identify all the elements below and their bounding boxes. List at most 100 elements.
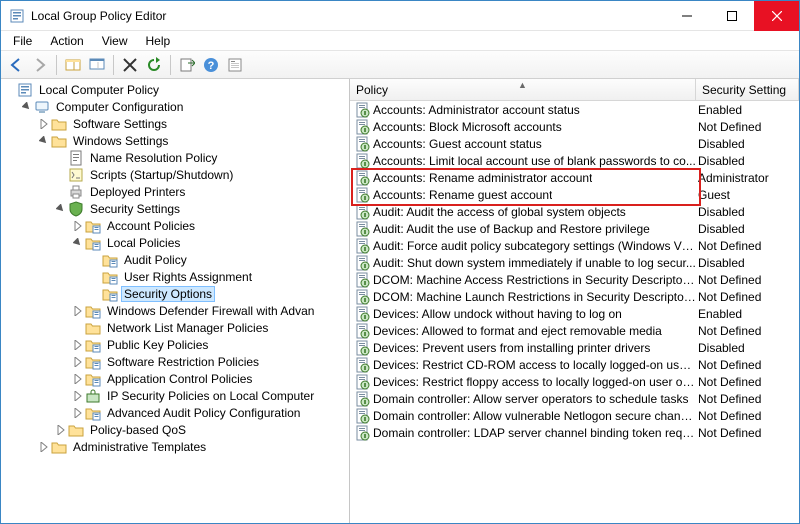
back-button[interactable]: [5, 54, 27, 76]
expand-icon[interactable]: [37, 117, 51, 131]
policy-row[interactable]: Devices: Allow undock without having to …: [350, 305, 799, 322]
tree-item[interactable]: Audit Policy: [1, 251, 349, 268]
policy-name: Accounts: Block Microsoft accounts: [373, 120, 562, 134]
tree-item[interactable]: Network List Manager Policies: [1, 319, 349, 336]
export-list-button[interactable]: [176, 54, 198, 76]
properties-button[interactable]: [224, 54, 246, 76]
tree-pane[interactable]: Local Computer PolicyComputer Configurat…: [1, 79, 350, 523]
expand-icon[interactable]: [54, 423, 68, 437]
expand-icon[interactable]: [71, 389, 85, 403]
menu-file[interactable]: File: [5, 33, 40, 49]
policy-name: Audit: Audit the access of global system…: [373, 205, 626, 219]
titlebar[interactable]: Local Group Policy Editor: [1, 1, 799, 31]
tree-item[interactable]: Software Restriction Policies: [1, 353, 349, 370]
policy-row[interactable]: Accounts: Rename administrator accountAd…: [350, 169, 799, 186]
menu-action[interactable]: Action: [42, 33, 91, 49]
maximize-button[interactable]: [709, 1, 754, 31]
policy-row[interactable]: Domain controller: Allow server operator…: [350, 390, 799, 407]
show-hide-console-button[interactable]: [86, 54, 108, 76]
policy-setting: Not Defined: [696, 375, 799, 389]
expand-icon[interactable]: [37, 440, 51, 454]
tree-item[interactable]: Windows Settings: [1, 132, 349, 149]
app-window: Local Group Policy Editor File Action Vi…: [0, 0, 800, 524]
tree-item[interactable]: Application Control Policies: [1, 370, 349, 387]
refresh-button[interactable]: [143, 54, 165, 76]
collapse-icon[interactable]: [54, 202, 68, 216]
collapse-icon[interactable]: [20, 100, 34, 114]
expand-icon[interactable]: [71, 372, 85, 386]
policy-row[interactable]: Devices: Restrict floppy access to local…: [350, 373, 799, 390]
policy-name: Accounts: Rename guest account: [373, 188, 552, 202]
help-button[interactable]: [200, 54, 222, 76]
expander-placeholder: [3, 83, 17, 97]
tree-item-label: Software Settings: [71, 117, 169, 131]
expand-icon[interactable]: [71, 406, 85, 420]
collapse-icon[interactable]: [37, 134, 51, 148]
tree-item-label: Application Control Policies: [105, 372, 254, 386]
policy-row[interactable]: Devices: Restrict CD-ROM access to local…: [350, 356, 799, 373]
policy-row[interactable]: Devices: Allowed to format and eject rem…: [350, 322, 799, 339]
policy-setting: Not Defined: [696, 120, 799, 134]
policy-icon: [354, 170, 370, 186]
tree-item[interactable]: Name Resolution Policy: [1, 149, 349, 166]
tree-item[interactable]: Administrative Templates: [1, 438, 349, 455]
collapse-icon[interactable]: [71, 236, 85, 250]
tree-item[interactable]: Local Policies: [1, 234, 349, 251]
tree-item[interactable]: IP Security Policies on Local Computer: [1, 387, 349, 404]
expand-icon[interactable]: [71, 355, 85, 369]
expand-icon[interactable]: [71, 219, 85, 233]
policy-row[interactable]: Audit: Shut down system immediately if u…: [350, 254, 799, 271]
policy-setting: Administrator: [696, 171, 799, 185]
forward-button[interactable]: [29, 54, 51, 76]
tree-item[interactable]: User Rights Assignment: [1, 268, 349, 285]
tree-item[interactable]: Account Policies: [1, 217, 349, 234]
tree-item-label: User Rights Assignment: [122, 270, 254, 284]
tree-item[interactable]: Software Settings: [1, 115, 349, 132]
tree-item-label: IP Security Policies on Local Computer: [105, 389, 316, 403]
menu-view[interactable]: View: [94, 33, 136, 49]
policy-row[interactable]: Accounts: Administrator account statusEn…: [350, 101, 799, 118]
tree-item[interactable]: Computer Configuration: [1, 98, 349, 115]
tree-item[interactable]: Windows Defender Firewall with Advan: [1, 302, 349, 319]
policy-list[interactable]: Accounts: Administrator account statusEn…: [350, 101, 799, 523]
show-hide-tree-button[interactable]: [62, 54, 84, 76]
policy-setting: Not Defined: [696, 273, 799, 287]
policy-row[interactable]: Audit: Audit the use of Backup and Resto…: [350, 220, 799, 237]
policy-icon: [354, 119, 370, 135]
expander-placeholder: [88, 287, 102, 301]
tree-item[interactable]: Security Settings: [1, 200, 349, 217]
machine-icon: [34, 99, 50, 115]
policy-row[interactable]: Accounts: Guest account statusDisabled: [350, 135, 799, 152]
policy-row[interactable]: Domain controller: LDAP server channel b…: [350, 424, 799, 441]
policy-row[interactable]: Audit: Audit the access of global system…: [350, 203, 799, 220]
policy-row[interactable]: Accounts: Rename guest accountGuest: [350, 186, 799, 203]
policy-row[interactable]: Accounts: Limit local account use of bla…: [350, 152, 799, 169]
policy-row[interactable]: Devices: Prevent users from installing p…: [350, 339, 799, 356]
policy-row[interactable]: DCOM: Machine Access Restrictions in Sec…: [350, 271, 799, 288]
policy-row[interactable]: Domain controller: Allow vulnerable Netl…: [350, 407, 799, 424]
policy-row[interactable]: Audit: Force audit policy subcategory se…: [350, 237, 799, 254]
policy-name: DCOM: Machine Launch Restrictions in Sec…: [373, 290, 696, 304]
delete-button[interactable]: [119, 54, 141, 76]
tree-item[interactable]: Advanced Audit Policy Configuration: [1, 404, 349, 421]
tree-item[interactable]: Local Computer Policy: [1, 81, 349, 98]
column-setting[interactable]: Security Setting: [696, 79, 799, 100]
tree-item-label: Network List Manager Policies: [105, 321, 270, 335]
policy-name: Audit: Force audit policy subcategory se…: [373, 239, 696, 253]
sfolder-icon: [85, 371, 101, 387]
menu-help[interactable]: Help: [138, 33, 179, 49]
tree-item[interactable]: Security Options: [1, 285, 349, 302]
close-button[interactable]: [754, 1, 799, 31]
column-policy[interactable]: Policy ▲: [350, 79, 696, 100]
expand-icon[interactable]: [71, 304, 85, 318]
tree-item[interactable]: Deployed Printers: [1, 183, 349, 200]
tree-item[interactable]: Public Key Policies: [1, 336, 349, 353]
tree-item[interactable]: Policy-based QoS: [1, 421, 349, 438]
tree-item[interactable]: Scripts (Startup/Shutdown): [1, 166, 349, 183]
policy-row[interactable]: DCOM: Machine Launch Restrictions in Sec…: [350, 288, 799, 305]
policy-row[interactable]: Accounts: Block Microsoft accounts Not De…: [350, 118, 799, 135]
sfolder-icon: [102, 286, 118, 302]
policy-icon: [354, 323, 370, 339]
minimize-button[interactable]: [664, 1, 709, 31]
expand-icon[interactable]: [71, 338, 85, 352]
